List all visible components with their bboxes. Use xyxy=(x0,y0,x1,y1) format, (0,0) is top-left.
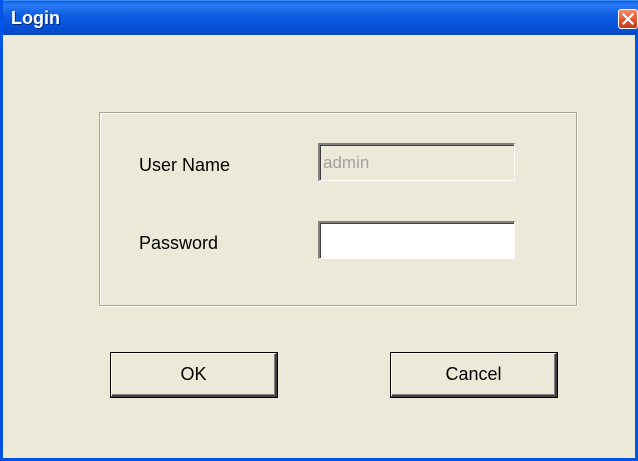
cancel-button[interactable]: Cancel xyxy=(391,353,557,397)
ok-button[interactable]: OK xyxy=(111,353,277,397)
title-bar[interactable]: Login xyxy=(3,0,638,35)
login-dialog: Login User Name Password OK Cancel xyxy=(0,0,638,461)
username-label: User Name xyxy=(139,155,231,175)
password-label: Password xyxy=(139,233,219,253)
window-title: Login xyxy=(11,8,60,28)
credentials-group xyxy=(99,112,577,306)
username-field[interactable] xyxy=(318,143,515,181)
close-button[interactable] xyxy=(618,9,638,29)
close-icon xyxy=(622,13,634,25)
password-field[interactable] xyxy=(318,221,515,259)
